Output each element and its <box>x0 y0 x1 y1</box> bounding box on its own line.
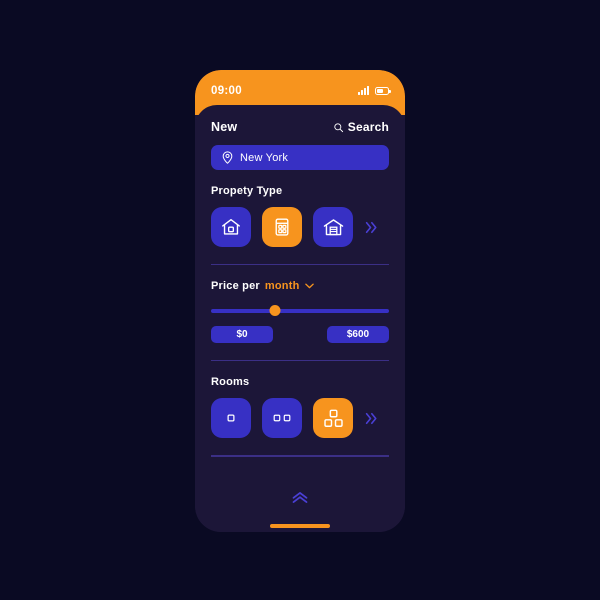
status-bar-icons <box>358 86 391 95</box>
property-type-section: Propety Type <box>211 170 389 266</box>
location-input[interactable]: New York <box>211 145 389 170</box>
content-panel: New Search New York Propety Type Price p… <box>195 105 405 532</box>
price-slider[interactable] <box>211 305 389 317</box>
panel-header: New Search <box>211 105 389 134</box>
price-max-pill[interactable]: $600 <box>327 326 389 344</box>
bottom-bar <box>195 480 405 532</box>
double-chevron-right-icon <box>365 221 377 233</box>
house-icon <box>222 219 240 235</box>
property-type-more-button[interactable] <box>365 220 378 235</box>
price-section: Price per month $0 $600 <box>211 265 389 362</box>
expand-button[interactable] <box>291 491 309 509</box>
search-icon <box>334 122 343 132</box>
rooms-section: Rooms <box>211 361 389 457</box>
location-pin-icon <box>222 151 233 164</box>
property-type-option-warehouse[interactable] <box>313 207 353 247</box>
property-type-option-apartment[interactable] <box>262 207 302 247</box>
property-type-option-house[interactable] <box>211 207 251 247</box>
price-unit-dropdown[interactable] <box>304 283 314 289</box>
search-label: Search <box>347 120 389 134</box>
rooms-option-one[interactable] <box>211 398 251 439</box>
property-type-options <box>211 207 389 247</box>
rooms-option-two[interactable] <box>262 398 302 439</box>
double-chevron-right-icon <box>365 412 377 424</box>
home-indicator <box>270 524 330 528</box>
phone-frame: 09:00 New Search New York Propety Type P… <box>195 70 405 532</box>
status-bar-time: 09:00 <box>211 85 242 97</box>
price-unit-value: month <box>264 280 300 293</box>
rooms-title: Rooms <box>211 376 250 389</box>
page-title: New <box>211 120 238 134</box>
price-header: Price per month <box>211 280 389 292</box>
one-room-icon <box>227 414 235 422</box>
rooms-more-button[interactable] <box>365 411 378 426</box>
price-slider-track <box>211 308 389 314</box>
apartment-icon <box>275 218 289 236</box>
rooms-options <box>211 398 389 439</box>
divider-rooms <box>211 455 389 457</box>
location-value: New York <box>240 151 289 164</box>
warehouse-icon <box>323 218 343 235</box>
three-rooms-icon <box>323 409 343 427</box>
price-slider-thumb[interactable] <box>269 305 281 317</box>
signal-bars-icon <box>358 86 369 95</box>
double-chevron-up-icon <box>292 492 308 503</box>
property-type-title: Propety Type <box>211 185 283 197</box>
price-label: Price per <box>211 280 260 293</box>
price-range-pills: $0 $600 <box>211 326 389 344</box>
search-button[interactable]: Search <box>333 120 389 134</box>
price-min-pill[interactable]: $0 <box>211 326 273 344</box>
two-rooms-icon <box>273 415 291 422</box>
rooms-option-three[interactable] <box>313 398 353 439</box>
battery-icon <box>375 86 391 95</box>
screenshot-canvas: 09:00 New Search New York Propety Type P… <box>0 0 600 600</box>
chevron-down-icon <box>304 283 314 289</box>
